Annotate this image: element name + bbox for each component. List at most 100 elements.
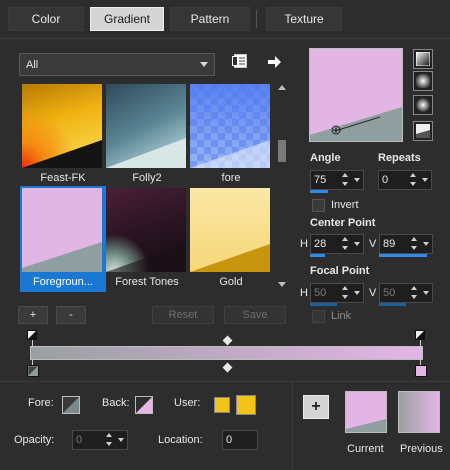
repeats-label: Repeats: [378, 152, 421, 164]
current-label: Current: [347, 443, 384, 455]
center-h-slider-bar[interactable]: [310, 254, 325, 257]
arrow-right-icon[interactable]: [267, 55, 283, 69]
rectangular-style-icon[interactable]: [413, 71, 433, 91]
linear-style-icon[interactable]: [413, 49, 433, 69]
focal-h-value: 50: [314, 287, 327, 299]
focal-v-value: 50: [383, 287, 396, 299]
opacity-midpoint-diamond[interactable]: [222, 335, 233, 346]
user-label: User:: [174, 397, 201, 409]
center-h-spinner[interactable]: 28: [310, 234, 364, 257]
angle-label: Angle: [310, 152, 341, 164]
previous-label: Previous: [400, 443, 443, 455]
radial-style-icon[interactable]: [413, 121, 433, 141]
previous-swatch[interactable]: [398, 391, 440, 433]
chevron-down-icon[interactable]: [353, 172, 362, 188]
chevron-down-icon[interactable]: [422, 285, 431, 301]
scroll-up-icon[interactable]: [277, 82, 287, 90]
gradient-label: Folly2: [132, 172, 162, 184]
invert-checkbox[interactable]: [312, 199, 325, 212]
chevron-down-icon[interactable]: [422, 236, 431, 252]
spinner-arrows-icon[interactable]: [105, 432, 114, 448]
spinner-arrows-icon[interactable]: [341, 285, 350, 301]
gradient-thumb-fore: [190, 84, 270, 168]
center-v-spinner[interactable]: 89: [379, 234, 433, 257]
link-label: Link: [331, 310, 352, 322]
gradient-item-foreground[interactable]: Foregroun...: [20, 186, 106, 292]
library-icon[interactable]: [232, 53, 248, 69]
gradient-label: Feast-FK: [40, 172, 86, 184]
chevron-down-icon[interactable]: [117, 432, 126, 448]
bottom-left-color-stop[interactable]: [27, 365, 39, 377]
add-swatch-button[interactable]: +: [303, 395, 329, 419]
chevron-down-icon: [200, 62, 208, 67]
repeats-value: 0: [382, 174, 389, 186]
top-left-stop-marker[interactable]: [27, 330, 37, 340]
gradient-item-fore[interactable]: fore: [188, 82, 274, 188]
gradient-preview[interactable]: [309, 48, 403, 142]
gradient-item-forest-tones[interactable]: Forest Tones: [104, 186, 190, 292]
center-v-value: 89: [383, 238, 396, 250]
bottom-right-color-stop[interactable]: [415, 365, 427, 377]
spinner-arrows-icon[interactable]: [409, 172, 418, 188]
focal-v-slider-bar[interactable]: [379, 303, 406, 306]
gradient-thumb-forest-tones: [106, 188, 186, 272]
tab-pattern[interactable]: Pattern: [170, 7, 250, 31]
spinner-arrows-icon[interactable]: [410, 285, 419, 301]
reset-button[interactable]: Reset: [152, 306, 214, 324]
scroll-thumb[interactable]: [278, 140, 286, 162]
tabs-divider: [0, 38, 450, 39]
gradient-label: Foregroun...: [33, 276, 93, 288]
gradient-thumb-foreground: [22, 188, 102, 272]
editor-divider: [0, 381, 450, 382]
tab-gradient[interactable]: Gradient: [90, 7, 164, 31]
chevron-down-icon[interactable]: [353, 236, 362, 252]
gradient-thumb-gold: [190, 188, 270, 272]
tab-texture[interactable]: Texture: [266, 7, 342, 31]
sunburst-style-icon[interactable]: [413, 95, 433, 115]
tab-color[interactable]: Color: [8, 7, 84, 31]
angle-spinner[interactable]: 75: [310, 170, 364, 193]
gradient-editor-bar[interactable]: [30, 346, 423, 360]
focal-h-label: H: [300, 287, 308, 299]
current-swatch[interactable]: [345, 391, 387, 433]
save-button[interactable]: Save: [224, 306, 286, 324]
opacity-spinner[interactable]: 0: [72, 430, 128, 450]
fore-label: Fore:: [28, 397, 54, 409]
gradient-list-scrollbar[interactable]: [277, 82, 287, 288]
gradient-item-folly2[interactable]: Folly2: [104, 82, 190, 188]
gradient-item-gold[interactable]: Gold: [188, 186, 274, 292]
repeats-spinner[interactable]: 0: [378, 170, 432, 190]
top-right-stop-marker[interactable]: [415, 330, 425, 340]
back-label: Back:: [102, 397, 130, 409]
add-gradient-button[interactable]: +: [18, 306, 48, 324]
center-h-label: H: [300, 238, 308, 250]
remove-gradient-button[interactable]: -: [56, 306, 86, 324]
chevron-down-icon[interactable]: [353, 285, 362, 301]
swatch-divider: [292, 382, 293, 470]
focal-point-label: Focal Point: [310, 265, 370, 277]
gradient-item-feast-fk[interactable]: Feast-FK: [20, 82, 106, 188]
focal-v-label: V: [369, 287, 377, 299]
opacity-value: 0: [76, 434, 83, 446]
center-v-slider-bar[interactable]: [379, 254, 427, 257]
focal-v-spinner[interactable]: 50: [379, 283, 433, 306]
scroll-down-icon[interactable]: [277, 280, 287, 288]
focal-h-slider-bar[interactable]: [310, 303, 337, 306]
gradient-label: fore: [221, 172, 241, 184]
spinner-arrows-icon[interactable]: [341, 236, 350, 252]
focal-h-spinner[interactable]: 50: [310, 283, 364, 306]
color-midpoint-diamond[interactable]: [222, 362, 233, 373]
spinner-arrows-icon[interactable]: [410, 236, 419, 252]
spinner-arrows-icon[interactable]: [341, 172, 350, 188]
back-color-button[interactable]: [135, 396, 153, 414]
user-color-radio[interactable]: [214, 397, 230, 413]
angle-slider-bar[interactable]: [310, 190, 328, 193]
fore-color-button[interactable]: [62, 396, 80, 414]
location-input[interactable]: 0: [222, 430, 258, 450]
chevron-down-icon[interactable]: [421, 172, 430, 188]
gradient-thumb-folly2: [106, 84, 186, 168]
link-checkbox[interactable]: [312, 310, 325, 323]
category-dropdown[interactable]: All: [19, 53, 215, 76]
user-color-swatch[interactable]: [236, 395, 256, 415]
location-value: 0: [226, 434, 233, 446]
